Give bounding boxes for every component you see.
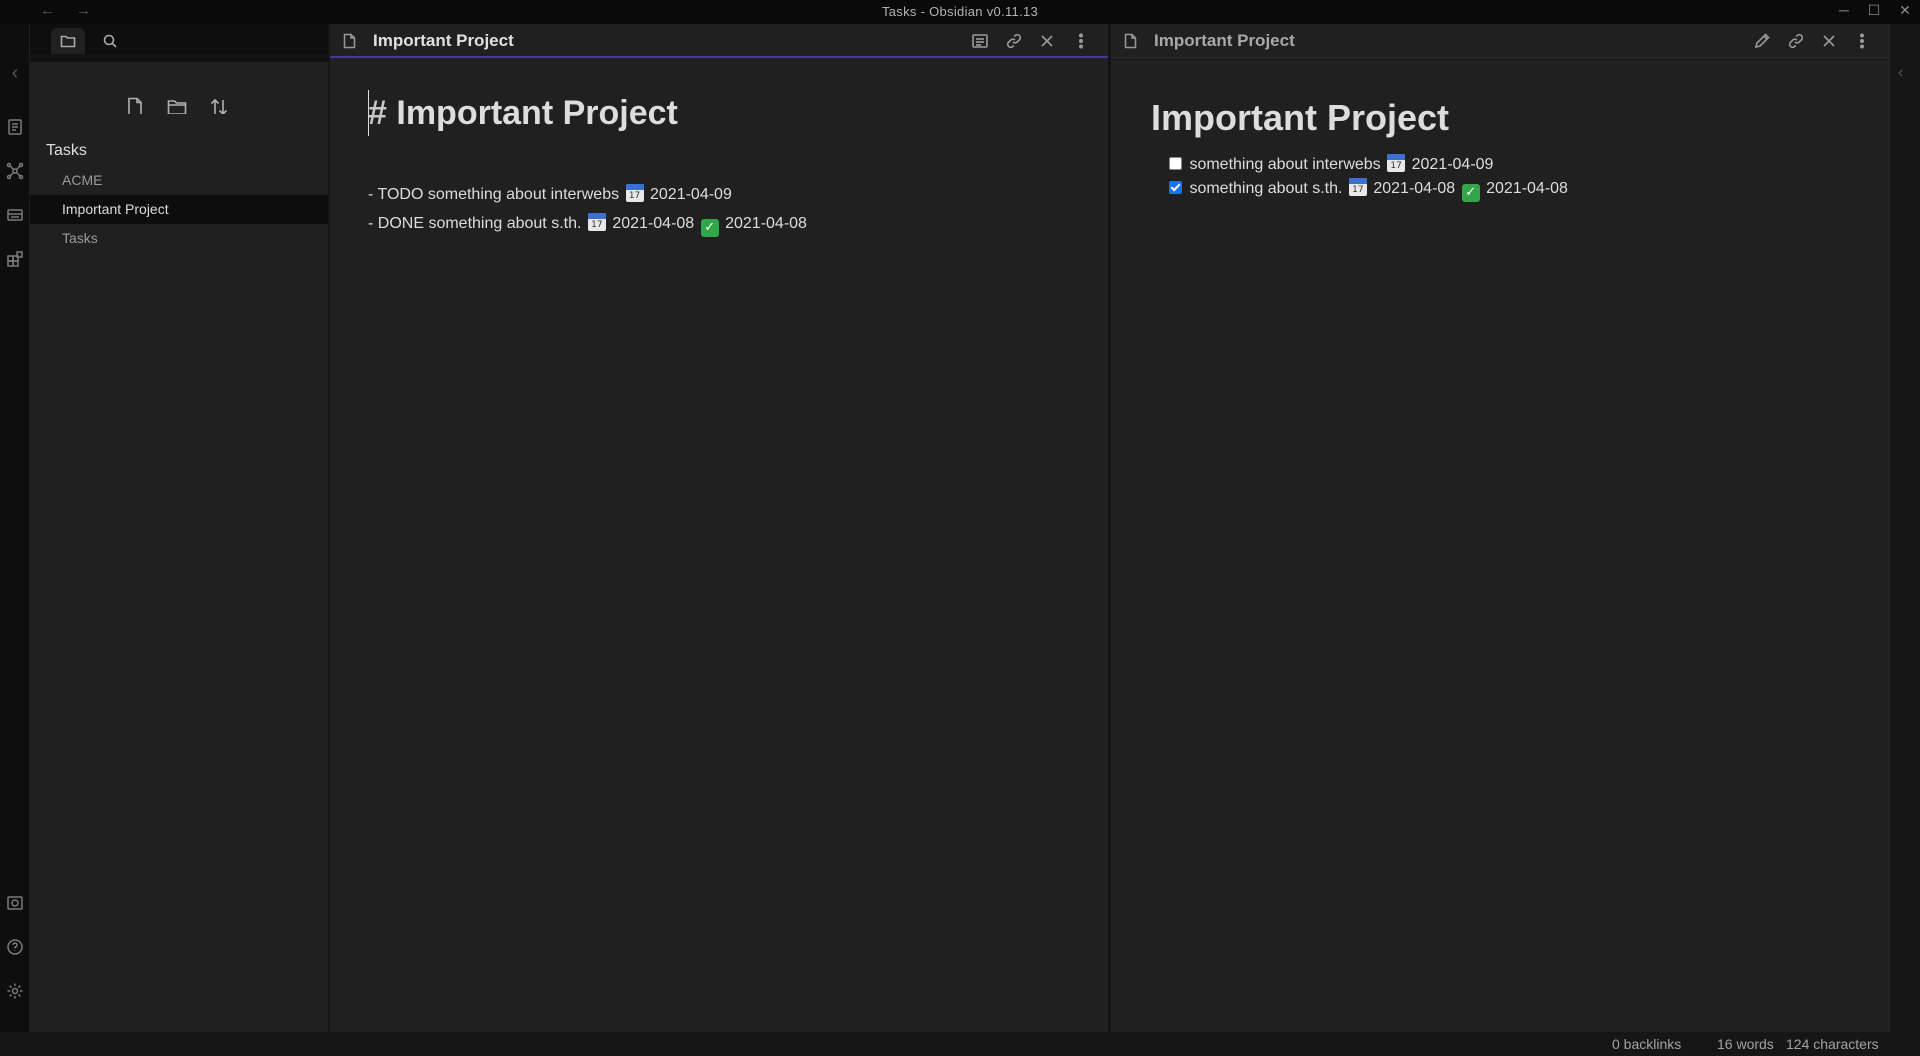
file-tree: Tasks ACME Important Project Tasks bbox=[30, 114, 328, 1032]
heading-text: Important Project bbox=[396, 94, 678, 132]
vault-name[interactable]: Tasks bbox=[46, 142, 87, 160]
text-caret bbox=[368, 90, 369, 136]
due-date: 2021-04-09 bbox=[1411, 156, 1494, 173]
graph-view-icon[interactable] bbox=[6, 162, 24, 180]
word-count: 16 words bbox=[1717, 1036, 1774, 1052]
maximize-icon[interactable]: ☐ bbox=[1863, 2, 1885, 19]
plugins-icon[interactable] bbox=[6, 250, 24, 268]
close-window-icon[interactable]: ✕ bbox=[1894, 2, 1916, 19]
status-bar: 0 backlinks 16 words 124 characters bbox=[0, 1032, 1920, 1056]
calendar-icon bbox=[1387, 154, 1406, 172]
task-item: something about interwebs 2021-04-09 bbox=[1169, 154, 1493, 174]
document-icon[interactable] bbox=[342, 33, 357, 49]
calendar-icon bbox=[1348, 178, 1367, 196]
close-pane-icon[interactable] bbox=[1820, 32, 1838, 50]
editor-pane-header: Important Project bbox=[330, 24, 1108, 58]
file-item-acme[interactable]: ACME bbox=[30, 166, 328, 195]
calendar-icon bbox=[625, 184, 644, 202]
quick-switcher-icon[interactable] bbox=[6, 118, 24, 136]
editor-heading[interactable]: # Important Project bbox=[368, 84, 1088, 142]
editor-pane: Important Project # Important Project - … bbox=[330, 24, 1108, 1032]
tab-search[interactable] bbox=[93, 28, 127, 54]
window-title: Tasks - Obsidian v0.11.13 bbox=[881, 4, 1039, 19]
editor-pane-title[interactable]: Important Project bbox=[373, 31, 514, 51]
preview-pane-header: Important Project bbox=[1111, 24, 1889, 58]
task-item: something about s.th. 2021-04-08 ✓ 2021-… bbox=[1169, 178, 1568, 202]
markdown-editor[interactable]: # Important Project - TODO something abo… bbox=[368, 84, 1088, 237]
title-bar: ← → Tasks - Obsidian v0.11.13 ─ ☐ ✕ bbox=[0, 0, 1920, 24]
preview-heading: Important Project bbox=[1151, 97, 1450, 138]
preview-pane-title[interactable]: Important Project bbox=[1154, 31, 1295, 51]
edit-pencil-icon[interactable] bbox=[1753, 32, 1771, 50]
settings-icon[interactable] bbox=[6, 982, 24, 1000]
preview-pane: Important Project Important Project some… bbox=[1111, 24, 1889, 1032]
editor-line-done[interactable]: - DONE something about s.th. 2021-04-08 … bbox=[368, 213, 807, 237]
open-vault-icon[interactable] bbox=[6, 894, 24, 912]
more-options-icon[interactable] bbox=[1072, 32, 1090, 50]
task-checkbox-unchecked[interactable] bbox=[1169, 157, 1182, 170]
line-text: - TODO something about interwebs bbox=[368, 186, 620, 203]
link-icon[interactable] bbox=[1005, 32, 1023, 50]
sidebar-tab-bar bbox=[30, 24, 328, 54]
file-item-important-project[interactable]: Important Project bbox=[30, 195, 328, 224]
line-text: - DONE something about s.th. bbox=[368, 215, 582, 232]
done-date: 2021-04-08 bbox=[725, 215, 807, 232]
check-mark-icon: ✓ bbox=[1461, 184, 1480, 202]
templates-icon[interactable] bbox=[6, 206, 24, 224]
folder-icon bbox=[60, 35, 76, 48]
collapse-left-sidebar-icon[interactable]: ‹ bbox=[6, 63, 24, 83]
minimize-icon[interactable]: ─ bbox=[1833, 2, 1855, 18]
link-icon[interactable] bbox=[1787, 32, 1805, 50]
heading-marker: # bbox=[368, 94, 387, 132]
left-ribbon: ‹ bbox=[0, 24, 30, 1032]
document-icon[interactable] bbox=[1123, 33, 1138, 49]
help-icon[interactable] bbox=[6, 938, 24, 956]
file-explorer-sidebar: Tasks ACME Important Project Tasks bbox=[30, 24, 328, 1032]
editor-line-todo[interactable]: - TODO something about interwebs 2021-04… bbox=[368, 184, 732, 204]
due-date: 2021-04-09 bbox=[650, 186, 732, 203]
done-date: 2021-04-08 bbox=[1486, 180, 1568, 197]
task-text: something about interwebs bbox=[1189, 156, 1381, 173]
file-item-tasks[interactable]: Tasks bbox=[30, 224, 328, 253]
tab-file-explorer[interactable] bbox=[51, 28, 85, 54]
backlinks-count[interactable]: 0 backlinks bbox=[1612, 1036, 1681, 1052]
task-checkbox-checked[interactable] bbox=[1169, 181, 1182, 194]
character-count: 124 characters bbox=[1786, 1036, 1879, 1052]
expand-right-sidebar-icon[interactable]: ‹ bbox=[1898, 64, 1903, 82]
calendar-icon bbox=[587, 213, 606, 231]
due-date: 2021-04-08 bbox=[1373, 180, 1456, 197]
due-date: 2021-04-08 bbox=[612, 215, 695, 232]
close-pane-icon[interactable] bbox=[1038, 32, 1056, 50]
more-options-icon[interactable] bbox=[1853, 32, 1871, 50]
right-ribbon: ‹ bbox=[1889, 24, 1920, 1032]
check-mark-icon: ✓ bbox=[700, 219, 719, 237]
markdown-preview: Important Project something about interw… bbox=[1151, 94, 1869, 202]
toggle-preview-icon[interactable] bbox=[971, 32, 989, 50]
task-text: something about s.th. bbox=[1189, 180, 1343, 197]
search-icon bbox=[103, 34, 117, 48]
